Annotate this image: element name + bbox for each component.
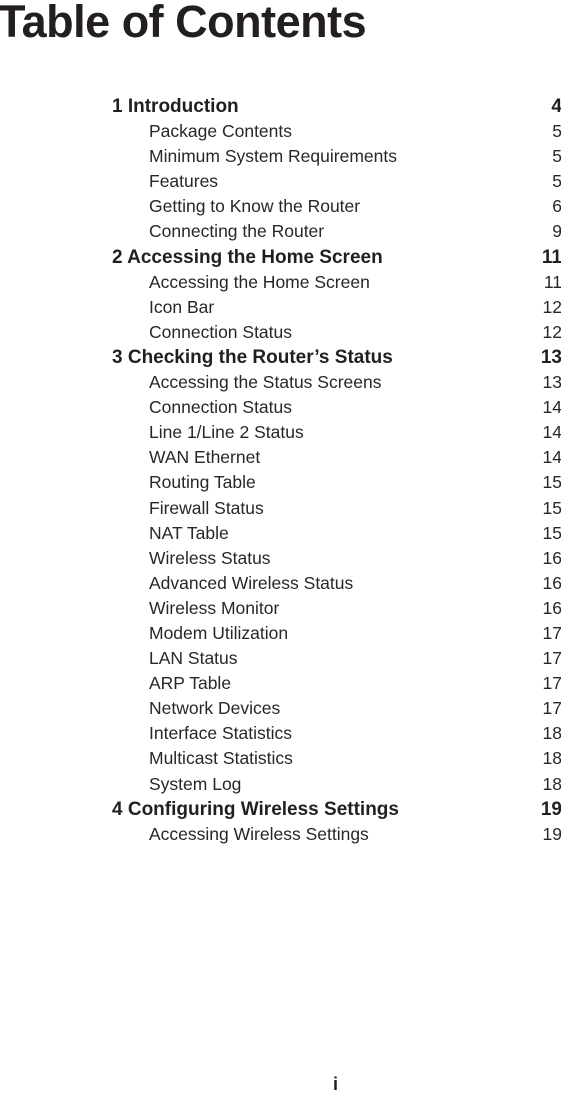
toc-section-entry[interactable]: Minimum System Requirements 5 [112,144,561,169]
toc-entry-title: Wireless Status [149,547,271,568]
toc-entry-title: LAN Status [149,648,238,669]
toc-entry-title: Routing Table [149,472,256,493]
toc-entry-title: System Log [149,773,242,794]
toc-entry-title: Connecting the Router [149,221,325,242]
toc-section-entry[interactable]: Package Contents 5 [112,119,561,144]
toc-section-entry[interactable]: Accessing Wireless Settings 19 [112,822,561,847]
toc-entry-page: 5 [552,146,561,167]
toc-section-entry[interactable]: ARP Table 17 [112,671,561,696]
toc-section-entry[interactable]: LAN Status 17 [112,646,561,671]
toc-section-entry[interactable]: Multicast Statistics 18 [112,746,561,771]
toc-entry-page: 19 [542,823,561,844]
toc-entry-title: NAT Table [149,522,229,543]
toc-entry-title: Features [149,171,219,192]
toc-entry-page: 13 [540,346,561,368]
toc-entry-title: Getting to Know the Router [149,196,361,217]
page-title: Table of Contents [0,0,367,47]
toc-section-entry[interactable]: Getting to Know the Router 6 [112,194,561,219]
toc-entry-page: 18 [542,773,561,794]
toc-entry-title: Line 1/Line 2 Status [149,422,304,443]
toc-entry-page: 17 [542,698,561,719]
toc-entry-page: 16 [542,597,561,618]
toc-entry-page: 18 [542,723,561,744]
toc-entry-page: 5 [552,171,561,192]
toc-entry-title: Wireless Monitor [149,597,280,618]
toc-entry-page: 12 [542,321,561,342]
toc-section-entry[interactable]: Connection Status 12 [112,320,561,345]
toc-entry-page: 11 [541,246,561,268]
toc-section-entry[interactable]: Line 1/Line 2 Status 14 [112,420,561,445]
toc-entry-title: 1 Introduction [112,96,239,117]
toc-section-entry[interactable]: Wireless Status 16 [112,546,561,571]
toc-section-entry[interactable]: WAN Ethernet 14 [112,445,561,470]
toc-entry-title: Minimum System Requirements [149,146,397,167]
toc-entry-title: 3 Checking the Router’s Status [112,346,393,368]
toc-entry-page: 19 [540,798,561,820]
toc-section-entry[interactable]: Icon Bar 12 [112,295,561,320]
toc-entry-title: Package Contents [149,121,293,142]
toc-section-entry[interactable]: Connection Status 14 [112,395,561,420]
toc-entry-page: 14 [542,422,561,443]
toc-section-entry[interactable]: Accessing the Home Screen 11 [112,270,561,295]
toc-entry-title: Accessing the Status Screens [149,372,382,393]
toc-entry-page: 14 [542,447,561,468]
toc-entry-title: Accessing the Home Screen [149,271,370,292]
toc-section-entry[interactable]: Routing Table 15 [112,470,561,495]
toc-entry-page: 15 [542,472,561,493]
toc-entry-title: ARP Table [149,673,232,694]
toc-entry-page: 4 [551,96,561,117]
toc-entry-title: Advanced Wireless Status [149,572,354,593]
toc-entry-page: 11 [543,271,561,292]
toc-entry-title: 2 Accessing the Home Screen [112,246,383,268]
toc-chapter-entry[interactable]: 4 Configuring Wireless Settings 19 [112,797,561,822]
toc-entry-page: 17 [542,622,561,643]
toc-entry-title: 4 Configuring Wireless Settings [112,798,399,820]
toc-entry-page: 9 [552,221,561,242]
toc-section-entry[interactable]: Firewall Status 15 [112,496,561,521]
toc-entry-page: 15 [542,522,561,543]
toc-chapter-entry[interactable]: 3 Checking the Router’s Status 13 [112,345,561,370]
toc-section-entry[interactable]: Advanced Wireless Status 16 [112,571,561,596]
toc-entry-page: 17 [542,648,561,669]
toc-entry-page: 16 [542,572,561,593]
toc-entry-title: Firewall Status [149,497,264,518]
table-of-contents: 1 Introduction 4 Package Contents 5 Minimum … [112,94,561,847]
toc-entry-page: 15 [542,497,561,518]
toc-entry-title: Icon Bar [149,296,215,317]
toc-entry-page: 6 [552,196,561,217]
toc-entry-title: Accessing Wireless Settings [149,823,369,844]
toc-section-entry[interactable]: Network Devices 17 [112,696,561,721]
toc-entry-title: WAN Ethernet [149,447,261,468]
toc-entry-title: Connection Status [149,321,293,342]
toc-section-entry[interactable]: Accessing the Status Screens 13 [112,370,561,395]
toc-section-entry[interactable]: Interface Statistics 18 [112,721,561,746]
toc-entry-page: 5 [552,121,561,142]
toc-section-entry[interactable]: Features 5 [112,169,561,194]
toc-section-entry[interactable]: Modem Utilization 17 [112,621,561,646]
toc-entry-title: Connection Status [149,397,293,418]
toc-entry-title: Network Devices [149,698,281,719]
toc-entry-page: 16 [542,547,561,568]
toc-entry-page: 18 [542,748,561,769]
toc-entry-title: Modem Utilization [149,622,289,643]
toc-entry-page: 14 [542,397,561,418]
toc-entry-title: Interface Statistics [149,723,292,744]
toc-section-entry[interactable]: Connecting the Router 9 [112,219,561,244]
toc-section-entry[interactable]: Wireless Monitor 16 [112,596,561,621]
toc-section-entry[interactable]: System Log 18 [112,772,561,797]
toc-chapter-entry[interactable]: 1 Introduction 4 [112,94,561,119]
toc-chapter-entry[interactable]: 2 Accessing the Home Screen 11 [112,245,561,270]
toc-section-entry[interactable]: NAT Table 15 [112,521,561,546]
toc-entry-title: Multicast Statistics [149,748,293,769]
toc-entry-page: 13 [542,372,561,393]
toc-entry-page: 12 [542,296,561,317]
toc-entry-page: 17 [542,673,561,694]
